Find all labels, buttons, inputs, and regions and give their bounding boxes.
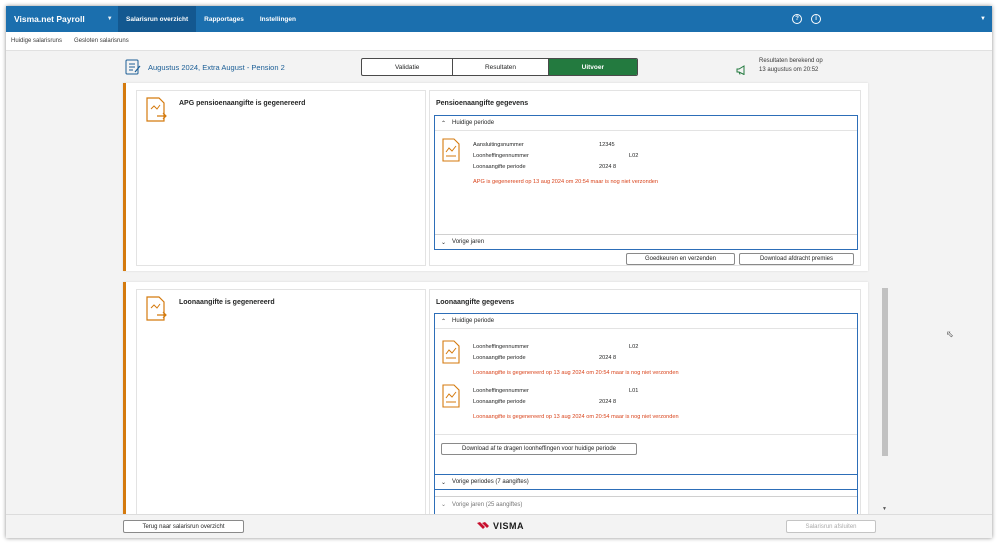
mouse-cursor-icon: ⬁ (946, 329, 954, 339)
document-export-icon (146, 97, 167, 122)
page-scrollbar[interactable] (882, 288, 888, 456)
value-loonaangifte-periode: 2024 8 (599, 164, 617, 170)
document-export-icon (146, 296, 167, 321)
document-chart-icon (442, 384, 460, 408)
nav-salarisrun-overzicht[interactable]: Salarisrun overzicht (118, 6, 197, 32)
document-chart-icon (442, 340, 460, 364)
chevron-up-icon: ⌃ (441, 318, 447, 325)
label-loonheffingennummer: Loonheffingennummer (473, 388, 529, 394)
close-run-button[interactable]: Salarisrun afsluiten (786, 520, 876, 533)
pension-details-title: Pensioenaangifte gegevens (436, 100, 529, 107)
accordion-previous-years-label: Vorige jaren (25 aangiftes) (452, 501, 523, 508)
wage-details-panel: Loonaangifte gegevens ⌃ Huidige periode … (429, 289, 861, 527)
chevron-up-icon: ⌃ (441, 120, 447, 127)
value-aansluitingsnummer: 12345 (599, 142, 615, 148)
page-footer: Terug naar salarisrun overzicht VISMA Sa… (6, 514, 992, 538)
payroll-run-icon (125, 59, 141, 75)
wage-details-title: Loonaangifte gegevens (436, 299, 515, 306)
document-chart-icon (442, 138, 460, 162)
megaphone-icon (736, 65, 745, 75)
accordion-current-label: Huidige periode (452, 120, 495, 126)
wage-status-panel: Loonaangifte is gegenereerd (136, 289, 426, 527)
nav-instellingen[interactable]: Instellingen (252, 6, 304, 32)
value-loonheffingennummer: L02 (629, 344, 639, 350)
visma-logo: VISMA (476, 521, 524, 531)
warning-not-sent: Loonaangifte is gegenereerd op 13 aug 20… (473, 370, 679, 376)
label-loonaangifte-periode: Loonaangifte periode (473, 164, 526, 170)
results-calculated-date: 13 augustus om 20:52 (759, 67, 819, 73)
nav-rapportages[interactable]: Rapportages (196, 6, 252, 32)
app-window: Visma.net Payroll ▼ Salarisrun overzicht… (6, 6, 992, 538)
wage-status-title: Loonaangifte is gegenereerd (179, 299, 275, 306)
download-wage-tax-button[interactable]: Download af te dragen loonheffingen voor… (441, 443, 637, 455)
chevron-down-icon: ⌄ (441, 479, 447, 486)
back-to-overview-button[interactable]: Terug naar salarisrun overzicht (123, 520, 244, 533)
subnav-gesloten-salarisruns[interactable]: Gesloten salarisruns (74, 38, 129, 44)
pension-declaration-card: APG pensioenaangifte is gegenereerd Pens… (123, 83, 868, 271)
accordion-previous-periods-label: Vorige periodes (7 aangiftes) (452, 479, 529, 485)
value-loonheffingennummer: L02 (629, 153, 639, 159)
accordion-previous-years[interactable]: ⌄ Vorige jaren (435, 234, 857, 249)
pension-status-panel: APG pensioenaangifte is gegenereerd (136, 90, 426, 266)
scroll-down-arrow-icon[interactable]: ▼ (882, 506, 887, 512)
wage-declaration-card: Loonaangifte is gegenereerd Loonaangifte… (123, 282, 868, 532)
label-loonheffingennummer: Loonheffingennummer (473, 153, 529, 159)
results-calculated-info: Resultaten berekend op 13 augustus om 20… (759, 57, 823, 75)
chevron-down-icon: ⌄ (441, 239, 447, 246)
run-tabs: Validatie Resultaten Uitvoer (361, 58, 638, 76)
chevron-down-icon: ⌄ (441, 502, 447, 508)
sub-navigation: Huidige salarisruns Gesloten salarisruns (6, 32, 992, 51)
label-loonheffingennummer: Loonheffingennummer (473, 344, 529, 350)
chevron-down-icon: ▼ (106, 16, 113, 22)
visma-logo-mark-icon (477, 522, 489, 529)
approve-send-button[interactable]: Goedkeuren en verzenden (626, 253, 735, 265)
run-header: Augustus 2024, Extra August - Pension 2 … (6, 51, 992, 87)
label-loonaangifte-periode: Loonaangifte periode (473, 355, 526, 361)
help-icon[interactable]: ? (792, 14, 803, 24)
warning-not-sent: APG is gegenereerd op 13 aug 2024 om 20:… (473, 179, 659, 185)
run-title: Augustus 2024, Extra August - Pension 2 (148, 63, 285, 72)
value-loonaangifte-periode: 2024 8 (599, 399, 617, 405)
app-switcher[interactable]: Visma.net Payroll ▼ (6, 6, 118, 32)
accessibility-icon[interactable]: i (811, 14, 822, 24)
accordion-previous-periods[interactable]: ⌄ Vorige periodes (7 aangiftes) (435, 474, 857, 490)
user-menu-chevron-icon[interactable]: ▼ (980, 16, 986, 22)
visma-logo-text: VISMA (493, 521, 525, 531)
value-loonaangifte-periode: 2024 8 (599, 355, 617, 361)
app-title: Visma.net Payroll (14, 14, 85, 24)
accordion-current-period[interactable]: ⌃ Huidige periode (435, 116, 857, 131)
accordion-previous-label: Vorige jaren (452, 239, 485, 245)
subnav-huidige-salarisruns[interactable]: Huidige salarisruns (11, 38, 62, 44)
pension-status-title: APG pensioenaangifte is gegenereerd (179, 100, 306, 107)
warning-not-sent: Loonaangifte is gegenereerd op 13 aug 20… (473, 414, 679, 420)
tab-resultaten[interactable]: Resultaten (453, 59, 549, 75)
download-premiums-button[interactable]: Download afdracht premies (739, 253, 854, 265)
wage-accordion: ⌃ Huidige periode Loonheffingennummer L0… (434, 313, 858, 519)
label-loonaangifte-periode: Loonaangifte periode (473, 399, 526, 405)
pension-accordion: ⌃ Huidige periode Aansluitingsnummer 123… (434, 115, 858, 250)
accordion-current-label: Huidige periode (452, 318, 495, 324)
tab-validatie[interactable]: Validatie (362, 59, 454, 75)
accordion-current-period[interactable]: ⌃ Huidige periode (435, 314, 857, 329)
label-aansluitingsnummer: Aansluitingsnummer (473, 142, 524, 148)
value-loonheffingennummer: L01 (629, 388, 639, 394)
results-calculated-label: Resultaten berekend op (759, 58, 823, 64)
accordion-previous-years[interactable]: ⌄ Vorige jaren (25 aangiftes) (435, 496, 857, 512)
top-navigation: Visma.net Payroll ▼ Salarisrun overzicht… (6, 6, 992, 32)
tab-uitvoer[interactable]: Uitvoer (548, 59, 637, 75)
pension-details-panel: Pensioenaangifte gegevens ⌃ Huidige peri… (429, 90, 861, 266)
